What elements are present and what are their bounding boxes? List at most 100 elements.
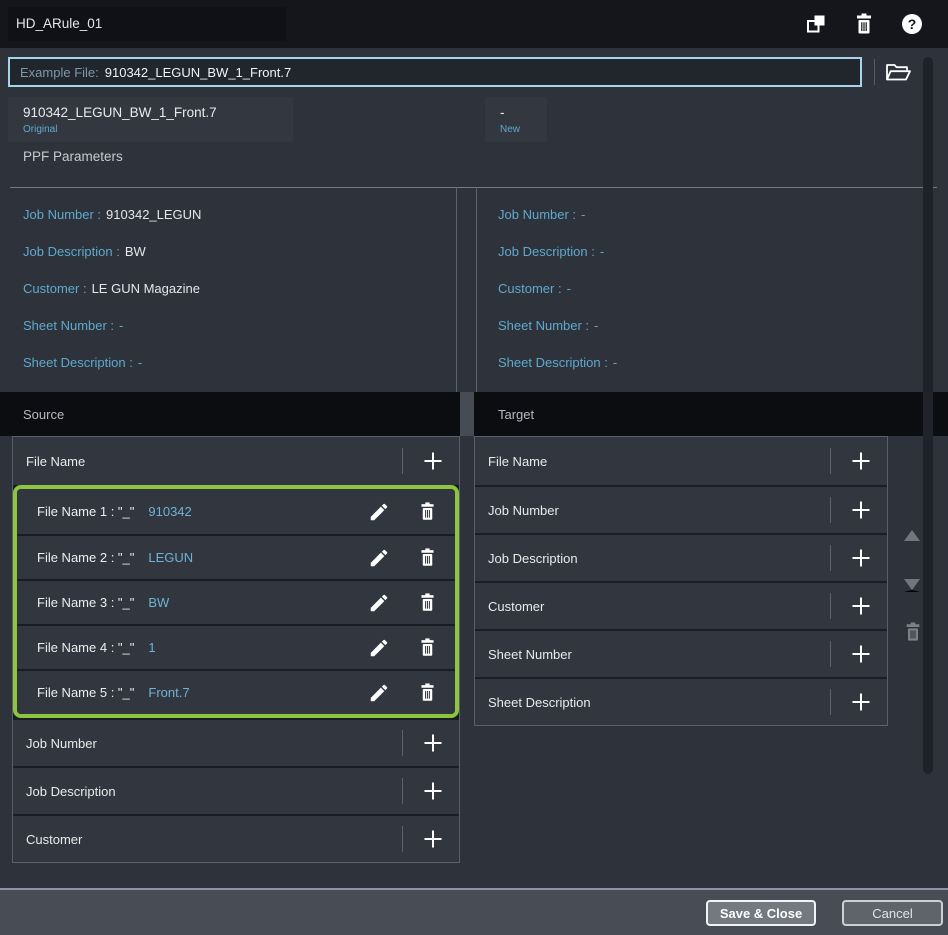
example-file-input[interactable]: Example File: 910342_LEGUN_BW_1_Front.7 xyxy=(8,57,862,87)
example-file-value: 910342_LEGUN_BW_1_Front.7 xyxy=(105,65,291,80)
source-row-file-name: File Name xyxy=(13,437,459,485)
target-row-sheet-description: Sheet Description xyxy=(475,677,887,725)
param-row: Sheet Number :- xyxy=(498,307,928,344)
plus-icon xyxy=(849,498,873,522)
add-target-sheet-description-button[interactable] xyxy=(845,686,877,718)
add-source-file-name-button[interactable] xyxy=(417,445,449,477)
source-segment-row[interactable]: File Name 4 : "_" 1 xyxy=(17,624,455,669)
param-row: Job Description :- xyxy=(498,233,928,270)
source-row-job-description: Job Description xyxy=(13,766,459,814)
trash-icon xyxy=(418,547,437,568)
param-row: Sheet Number :- xyxy=(23,307,453,344)
vertical-scrollbar-thumb[interactable] xyxy=(923,57,933,774)
plus-icon xyxy=(849,642,873,666)
delete-segment-button[interactable] xyxy=(413,544,441,572)
param-row: Job Number :- xyxy=(498,196,928,233)
help-button[interactable]: ? xyxy=(899,11,925,37)
plus-icon xyxy=(849,594,873,618)
original-file-value: 910342_LEGUN_BW_1_Front.7 xyxy=(23,105,293,120)
ppf-parameters-heading: PPF Parameters xyxy=(23,149,123,164)
move-up-button[interactable] xyxy=(904,530,920,541)
param-row: Customer :- xyxy=(498,270,928,307)
source-segment-row[interactable]: File Name 2 : "_" LEGUN xyxy=(17,534,455,579)
save-and-close-button[interactable]: Save & Close xyxy=(706,900,816,926)
target-row-sheet-number: Sheet Number xyxy=(475,629,887,677)
trash-icon xyxy=(903,621,923,643)
pencil-icon xyxy=(368,682,390,704)
add-target-customer-button[interactable] xyxy=(845,590,877,622)
add-source-job-number-button[interactable] xyxy=(417,727,449,759)
trash-icon xyxy=(853,12,875,36)
param-row: Job Description :BW xyxy=(23,233,453,270)
source-segment-row[interactable]: File Name 1 : "_" 910342 xyxy=(17,489,455,534)
plus-icon xyxy=(421,731,445,755)
param-row: Job Number :910342_LEGUN xyxy=(23,196,453,233)
plus-icon xyxy=(849,690,873,714)
titlebar: HD_ARule_01 xyxy=(0,0,948,48)
browse-file-button[interactable] xyxy=(882,58,914,86)
section-divider xyxy=(10,187,937,188)
delete-rule-button[interactable] xyxy=(851,11,877,37)
target-header: Target xyxy=(474,392,948,436)
add-target-file-name-button[interactable] xyxy=(845,445,877,477)
column-divider-right xyxy=(476,187,477,392)
target-row-job-description: Job Description xyxy=(475,533,887,581)
original-label: Original xyxy=(23,124,293,135)
window-title: HD_ARule_01 xyxy=(16,0,102,48)
plus-icon xyxy=(421,827,445,851)
add-target-job-description-button[interactable] xyxy=(845,542,877,574)
ppf-new-params: Job Number :- Job Description :- Custome… xyxy=(498,196,928,381)
edit-segment-button[interactable] xyxy=(365,544,393,572)
plus-icon xyxy=(421,449,445,473)
new-label: New xyxy=(500,124,547,135)
trash-icon xyxy=(418,637,437,658)
example-file-prefix: Example File: xyxy=(20,65,99,80)
duplicate-rule-button[interactable] xyxy=(803,11,829,37)
new-file-block: - New xyxy=(485,97,547,142)
pencil-icon xyxy=(368,547,390,569)
help-icon: ? xyxy=(900,12,924,36)
source-header: Source xyxy=(0,392,460,436)
delete-segment-button[interactable] xyxy=(413,498,441,526)
pencil-icon xyxy=(368,592,390,614)
band-gap xyxy=(460,392,474,436)
plus-icon xyxy=(421,779,445,803)
delete-segment-button[interactable] xyxy=(413,679,441,707)
add-target-job-number-button[interactable] xyxy=(845,494,877,526)
footer-bar: Save & Close Cancel xyxy=(0,888,948,935)
pencil-icon xyxy=(368,637,390,659)
ppf-original-params: Job Number :910342_LEGUN Job Description… xyxy=(23,196,453,381)
svg-text:?: ? xyxy=(908,16,917,32)
move-down-button[interactable] xyxy=(904,579,920,592)
source-segment-row[interactable]: File Name 5 : "_" Front.7 xyxy=(17,669,455,714)
param-row: Sheet Description :- xyxy=(498,344,928,381)
edit-segment-button[interactable] xyxy=(365,679,393,707)
copy-icon xyxy=(804,12,828,36)
edit-segment-button[interactable] xyxy=(365,634,393,662)
plus-icon xyxy=(849,449,873,473)
trash-icon xyxy=(418,592,437,613)
source-segment-row[interactable]: File Name 3 : "_" BW xyxy=(17,579,455,624)
original-file-block: 910342_LEGUN_BW_1_Front.7 Original xyxy=(8,97,293,142)
cancel-button[interactable]: Cancel xyxy=(842,900,943,926)
param-row: Customer :LE GUN Magazine xyxy=(23,270,453,307)
add-target-sheet-number-button[interactable] xyxy=(845,638,877,670)
trash-icon xyxy=(418,682,437,703)
new-file-value: - xyxy=(500,105,547,120)
source-row-customer: Customer xyxy=(13,814,459,862)
column-divider-left xyxy=(456,187,457,392)
folder-open-icon xyxy=(884,60,912,84)
target-row-job-number: Job Number xyxy=(475,485,887,533)
add-source-customer-button[interactable] xyxy=(417,823,449,855)
target-row-customer: Customer xyxy=(475,581,887,629)
input-divider xyxy=(874,59,875,85)
delete-segment-button[interactable] xyxy=(413,634,441,662)
add-source-job-description-button[interactable] xyxy=(417,775,449,807)
edit-segment-button[interactable] xyxy=(365,498,393,526)
delete-segment-button[interactable] xyxy=(413,589,441,617)
rule-editor-window: HD_ARule_01 xyxy=(0,0,948,935)
pencil-icon xyxy=(368,501,390,523)
selected-segment-group: File Name 1 : "_" 910342 File Name 2 : "… xyxy=(13,485,459,718)
edit-segment-button[interactable] xyxy=(365,589,393,617)
remove-mapping-button[interactable] xyxy=(902,620,924,644)
